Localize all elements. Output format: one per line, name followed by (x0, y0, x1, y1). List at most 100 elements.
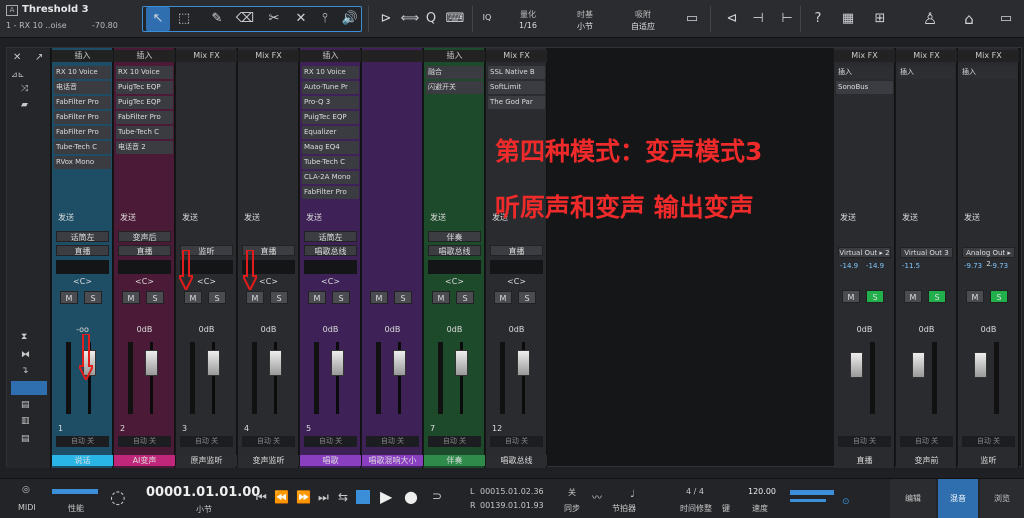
zoom-icon[interactable]: Q (419, 7, 443, 31)
pan-control[interactable] (304, 260, 357, 274)
forward-end-icon[interactable]: ⏭ (318, 490, 329, 505)
insert-slot[interactable]: RVox Mono (54, 156, 111, 169)
insert-slot[interactable]: 闪避开关 (426, 81, 483, 94)
home-icon[interactable]: ⌂ (957, 7, 981, 31)
solo-button[interactable]: S (332, 291, 350, 304)
range-tool-icon[interactable]: ⬚ (172, 7, 196, 31)
mute-button[interactable]: M (370, 291, 388, 304)
solo-button[interactable]: S (208, 291, 226, 304)
insert-slot[interactable]: 融合 (426, 66, 483, 79)
arrow-tool-icon[interactable]: ↖ (146, 7, 170, 31)
insert-slot[interactable]: Tube-Tech C (302, 156, 359, 169)
fader-cap[interactable] (207, 350, 220, 376)
solo-button[interactable]: S (146, 291, 164, 304)
output-route[interactable]: 直播 (56, 245, 109, 256)
help-icon[interactable]: ? (806, 7, 830, 31)
metronome-icon[interactable]: ♩ (630, 489, 635, 500)
pan-control[interactable] (118, 260, 171, 274)
automation-mode[interactable]: 自动 关 (490, 436, 543, 447)
link-icon[interactable]: ⊙ (842, 497, 850, 507)
channel-name[interactable]: 说话 (52, 455, 113, 466)
pan-control[interactable] (490, 260, 543, 274)
mute-tool-icon[interactable]: ✕ (289, 7, 313, 31)
fader-cap[interactable] (145, 350, 158, 376)
insert-slot[interactable]: PuigTec EQP (116, 81, 173, 94)
output-route[interactable]: 唱歌总线 (428, 245, 481, 256)
solo-button[interactable]: S (456, 291, 474, 304)
listen-tool-icon[interactable]: 🔊 (338, 7, 362, 31)
insert-slot[interactable]: Auto-Tune Pr (302, 81, 359, 94)
fader-cap[interactable] (455, 350, 468, 376)
edit-button[interactable]: 编辑 (890, 479, 936, 518)
output-name[interactable]: 直播 (834, 455, 895, 466)
insert-slot[interactable]: The God Par (488, 96, 545, 109)
rewind-icon[interactable]: ⏪ (274, 490, 289, 504)
insert-header[interactable]: 插入 (424, 50, 485, 62)
stop-icon[interactable] (356, 490, 370, 504)
fader-cap[interactable] (850, 352, 863, 378)
insert-slot[interactable]: RX 10 Voice (54, 66, 111, 79)
insert-header[interactable]: 插入 (52, 50, 113, 62)
solo-button[interactable]: S (928, 290, 946, 303)
snap-value[interactable]: 自适应 (623, 21, 663, 32)
bounds-right-icon[interactable]: ⊢ (775, 7, 799, 31)
insert-slot[interactable]: FabFilter Pro (54, 96, 111, 109)
channel-name[interactable]: 唱歌混响大小 (362, 455, 423, 466)
zoom-horiz-icon[interactable]: ⧓ (21, 350, 30, 360)
layout-icon[interactable]: ⊞ (868, 7, 892, 31)
insert-slot[interactable]: Pro-Q 3 (302, 96, 359, 109)
tempo-curve-icon[interactable]: 〰 (592, 489, 602, 504)
channel-name[interactable]: 伴奏 (424, 455, 485, 466)
ruler-icon[interactable]: ⌨ (443, 7, 467, 31)
pencil-tool-icon[interactable]: ✎ (205, 7, 229, 31)
split-tool-icon[interactable]: ✂ (262, 7, 286, 31)
pan-control[interactable] (56, 260, 109, 274)
more-icon[interactable]: ▭ (994, 7, 1018, 31)
insert-slot[interactable]: PuigTec EQP (116, 96, 173, 109)
automation-mode[interactable]: 自动 关 (428, 436, 481, 447)
loop-left[interactable]: 00015.01.02.36 (480, 487, 544, 496)
insert-header[interactable]: 插入 (898, 66, 955, 79)
insert-header[interactable]: Mix FX (176, 50, 237, 62)
channel-name[interactable]: 变声监听 (238, 455, 299, 466)
record-icon[interactable]: ● (404, 487, 418, 506)
output-name[interactable]: 变声前 (896, 455, 957, 466)
solo-button[interactable]: S (518, 291, 536, 304)
fader-cap[interactable] (393, 350, 406, 376)
route-icon[interactable]: ⤨ (21, 84, 28, 94)
bounds-left-icon[interactable]: ⊲ (720, 7, 744, 31)
insert-slot[interactable]: Equalizer (302, 126, 359, 139)
insert-slot[interactable]: SonoBus (836, 81, 893, 94)
fader-cap[interactable] (912, 352, 925, 378)
automation-mode[interactable]: 自动 关 (962, 436, 1015, 447)
loop-right[interactable]: 00139.01.01.93 (480, 501, 544, 510)
insert-header[interactable] (362, 50, 423, 62)
mixfx-header[interactable]: Mix FX (896, 50, 957, 62)
input-route[interactable]: 伴奏 (428, 231, 481, 242)
mute-button[interactable]: M (494, 291, 512, 304)
channel-name[interactable]: 唱歌总线 (486, 455, 547, 466)
collapse-icon[interactable]: ▰ (21, 100, 28, 110)
notepad-icon[interactable]: ▤ (21, 434, 30, 444)
rewind-start-icon[interactable]: ⏮ (256, 490, 267, 505)
send-label[interactable]: 发送 (52, 211, 113, 224)
mute-button[interactable]: M (966, 290, 984, 303)
mute-button[interactable]: M (246, 291, 264, 304)
output-route[interactable]: 唱歌总线 (304, 245, 357, 256)
punch-icon[interactable]: ⊃ (432, 489, 442, 503)
output-route[interactable]: Virtual Out 3 (900, 247, 953, 258)
insert-header[interactable]: Mix FX (486, 50, 547, 62)
insert-slot[interactable]: 电话音 (54, 81, 111, 94)
send-label[interactable]: 发送 (834, 211, 895, 224)
insert-slot[interactable]: Tube-Tech C (54, 141, 111, 154)
insert-slot[interactable]: FabFilter Pro (54, 126, 111, 139)
mute-button[interactable]: M (184, 291, 202, 304)
expand-icon[interactable]: ↗ (35, 52, 43, 63)
snap-left-icon[interactable]: ⊳ (374, 7, 398, 31)
time-display[interactable]: 00001.01.01.00 (146, 485, 260, 500)
user-icon[interactable]: ♙ (918, 7, 942, 31)
mute-button[interactable]: M (904, 290, 922, 303)
send-label[interactable]: 发送 (238, 211, 299, 224)
quantize-value[interactable]: 1/16 (508, 21, 548, 30)
forward-icon[interactable]: ⏩ (296, 490, 311, 504)
